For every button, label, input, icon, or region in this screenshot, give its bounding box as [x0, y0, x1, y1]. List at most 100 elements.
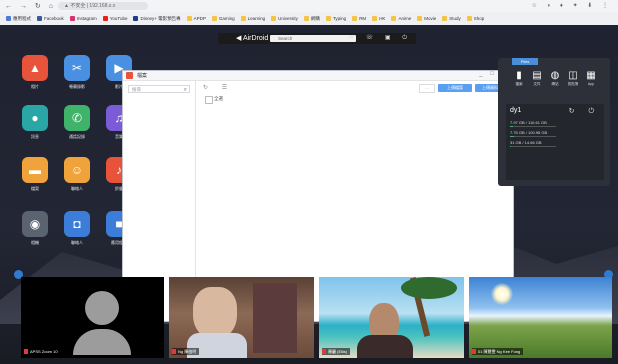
bookmark-icon — [417, 16, 423, 22]
video-tile-1[interactable]: APSS Zoom 10 — [21, 277, 164, 358]
bookmark-item[interactable]: YouTube — [102, 12, 127, 25]
participant-label-4: 01 陳慧雯 Ng Kee Fung — [478, 349, 521, 354]
browser-nav-buttons[interactable]: ← → ↻ ⌂ — [5, 2, 56, 10]
bookmark-label: Typing — [332, 16, 347, 21]
desktop-app-8[interactable]: ☺ — [64, 157, 90, 183]
storage-text: 31 GB / 14.66 GB — [510, 140, 542, 145]
files-search-placeholder: 搜尋 — [132, 87, 141, 92]
bookmark-item[interactable]: 網購 — [303, 12, 320, 25]
bookmark-icon — [303, 16, 309, 22]
quick-icon-glyph: ▮ — [516, 70, 522, 81]
background-shelf — [253, 283, 297, 353]
device-panel-tab[interactable]: Files — [512, 58, 538, 65]
bookmark-icon — [240, 16, 246, 22]
desktop-app-2[interactable]: ✂ — [64, 55, 90, 81]
bookmark-label: Gaming — [218, 16, 235, 21]
files-app-icon — [126, 72, 133, 79]
bookmark-item[interactable]: Learning — [240, 12, 266, 25]
quick-icon-label: 剪貼簿 — [567, 82, 579, 86]
bookmark-icon — [352, 16, 358, 22]
storage-bar-fill — [510, 126, 514, 127]
address-bar[interactable]: ▲ 不安全 | 192.168.x.x — [58, 2, 148, 10]
desktop-app-5[interactable]: ✆ — [64, 105, 90, 131]
desktop-app-10[interactable]: ◉ — [22, 211, 48, 237]
upload-file-button[interactable]: 上傳檔案 — [438, 84, 472, 92]
bookmark-label: Study — [449, 16, 461, 21]
device-quick-icon[interactable]: ▤ 文件 — [530, 70, 544, 87]
desktop-app-1[interactable]: ▲ — [22, 55, 48, 81]
desktop-app-label: 相機 — [31, 240, 39, 245]
bookmark-item[interactable]: Gaming — [211, 12, 235, 25]
bookmark-item[interactable]: Instagram — [69, 12, 97, 25]
storage-bar — [510, 126, 556, 127]
sun-glare — [491, 283, 513, 305]
bookmark-label: APDP — [193, 16, 206, 21]
video-tile-4[interactable]: 01 陳慧雯 Ng Kee Fung — [469, 277, 612, 358]
bookmark-icon — [211, 16, 217, 22]
desktop-app-label: 通話記錄 — [69, 134, 85, 139]
bookmark-label: Instagram — [76, 16, 97, 21]
airdroid-toolbar-buttons[interactable]: ✉ ☏ ▣ ⏻ — [349, 34, 412, 42]
bookmark-icon — [69, 16, 75, 22]
video-tile-2[interactable]: Ng 陳啟明 — [169, 277, 314, 358]
bookmark-item[interactable]: Facebook — [37, 12, 64, 25]
refresh-and-view-icons[interactable]: ↻ ☰ — [203, 84, 233, 91]
app-icon: ☺ — [70, 163, 84, 177]
desktop-app-7[interactable]: ▬ — [22, 157, 48, 183]
desktop-app-label: 螢幕錄影 — [69, 84, 85, 89]
select-all-checkbox[interactable] — [205, 96, 213, 104]
quick-icon-label: 檔案 — [515, 82, 523, 86]
quick-icon-label: 文件 — [533, 82, 541, 86]
bookmark-item[interactable]: APDP — [186, 12, 206, 25]
quick-icon-glyph: ◫ — [568, 70, 578, 81]
participant-face — [193, 287, 237, 339]
bookmark-label: University — [278, 16, 298, 21]
device-quick-icon[interactable]: ◍ 網站 — [548, 70, 562, 87]
device-quick-icon[interactable]: ▦ App — [584, 70, 598, 86]
bookmark-label: Anime — [398, 16, 412, 21]
bookmark-item[interactable]: Shop — [466, 12, 484, 25]
search-icon[interactable]: ⌕ — [184, 86, 187, 94]
participant-name-3: 陳麗 (Ellis) — [322, 348, 351, 355]
bookmark-item[interactable]: Study — [442, 12, 461, 25]
bookmark-label: Movie — [424, 16, 437, 21]
mic-muted-icon — [322, 349, 326, 355]
bookmark-label: HK — [379, 16, 386, 21]
bookmark-label: 網購 — [310, 16, 320, 21]
storage-bar — [510, 146, 556, 147]
more-options-box[interactable]: ⋯ — [419, 84, 435, 93]
bookmark-item[interactable]: RM — [352, 12, 366, 25]
bookmark-item[interactable]: 應用程式 — [6, 12, 31, 25]
device-quick-icon[interactable]: ▮ 檔案 — [512, 70, 526, 87]
airdroid-search-input[interactable]: Search — [270, 35, 356, 42]
device-action-icons[interactable]: ↻ ⏻ — [569, 107, 600, 116]
airdroid-logo: ◀ AirDroid — [236, 35, 269, 42]
files-search-input[interactable]: 搜尋 ⌕ — [128, 85, 190, 93]
desktop-app-4[interactable]: ● — [22, 105, 48, 131]
desktop-app-11[interactable]: ◘ — [64, 211, 90, 237]
bookmark-label: Disney+ 電影預告專 — [140, 16, 181, 21]
desktop-app-label: 檔案 — [31, 186, 39, 191]
bookmark-label: 應用程式 — [13, 16, 31, 21]
video-tile-3[interactable]: 陳麗 (Ellis) — [319, 277, 464, 358]
avatar-placeholder-body — [73, 329, 131, 355]
app-icon: ▲ — [29, 61, 41, 75]
airdroid-top-bar: ◀ AirDroid Search ✉ ☏ ▣ ⏻ — [218, 33, 416, 44]
mic-muted-icon — [172, 349, 176, 355]
app-icon: ✂ — [71, 61, 83, 75]
bookmark-item[interactable]: Movie — [417, 12, 436, 25]
mic-muted-icon — [24, 349, 28, 355]
browser-extension-icons[interactable]: ☆ ◑ ♦ ✦ ⬇ ⋮ — [532, 2, 612, 9]
bookmark-icon — [325, 16, 331, 22]
participant-label-1: APSS Zoom 10 — [30, 349, 58, 354]
files-window-title: 檔案 — [137, 73, 148, 79]
desktop-app-label: 聯絡人 — [71, 186, 83, 191]
device-quick-icon[interactable]: ◫ 剪貼簿 — [566, 70, 580, 87]
bookmark-item[interactable]: Anime — [391, 12, 411, 25]
quick-icon-label: 網站 — [551, 82, 559, 86]
bookmark-item[interactable]: Typing — [325, 12, 347, 25]
bookmark-item[interactable]: Disney+ 電影預告專 — [133, 12, 181, 25]
bookmark-item[interactable]: HK — [372, 12, 385, 25]
bookmark-label: Learning — [247, 16, 266, 21]
bookmark-item[interactable]: University — [271, 12, 298, 25]
